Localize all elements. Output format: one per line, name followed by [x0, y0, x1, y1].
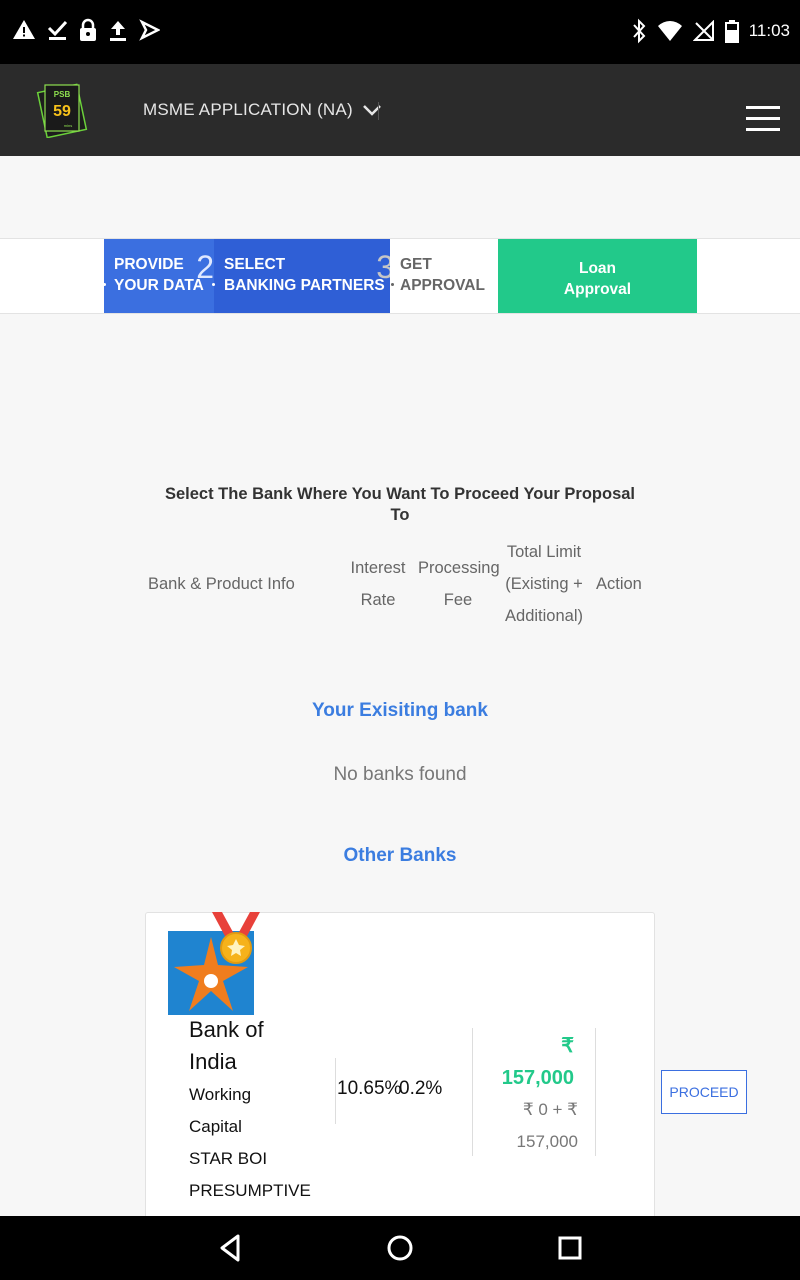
- application-selector[interactable]: MSME APPLICATION (NA): [143, 100, 381, 120]
- back-icon[interactable]: [212, 1230, 248, 1266]
- column-action: Action: [596, 575, 642, 593]
- fee-header-line2: Fee: [443, 591, 473, 609]
- processing-fee-value: 0.2%: [399, 1078, 443, 1099]
- column-interest-rate: Interest Rate: [342, 552, 414, 616]
- medal-icon: [212, 912, 260, 964]
- total-limit-value: ₹ 157,000: [478, 1030, 574, 1094]
- battery-icon: [724, 20, 739, 43]
- bank-name-line1: Bank of: [189, 1017, 264, 1042]
- column-divider: [335, 1058, 336, 1124]
- total-limit-amount: 157,000: [501, 1067, 574, 1089]
- step1-label-line1: PROVIDE: [114, 256, 184, 273]
- limit-header-line1: Total Limit: [506, 543, 582, 561]
- warning-icon: [13, 20, 35, 39]
- step-dot: [103, 283, 106, 286]
- column-divider: [595, 1028, 596, 1156]
- currency-symbol: ₹: [561, 1035, 574, 1057]
- app-header: PSB 59 mins MSME APPLICATION (NA): [0, 64, 800, 156]
- step-dot: [212, 283, 215, 286]
- bank-name-line2: India: [189, 1049, 237, 1074]
- psb59-logo: PSB 59 mins: [36, 83, 88, 138]
- interest-rate-value: 10.65%: [337, 1078, 402, 1099]
- lock-icon: [80, 18, 96, 41]
- column-bank-info: Bank & Product Info: [148, 575, 295, 593]
- step2-number: 2: [196, 249, 214, 285]
- send-icon: [139, 19, 160, 41]
- no-banks-message: No banks found: [333, 764, 467, 785]
- svg-text:PSB: PSB: [54, 90, 71, 99]
- step-select-banking-partners[interactable]: SELECT BANKING PARTNERS 3: [214, 239, 394, 313]
- product-line3: STAR BOI: [189, 1149, 268, 1168]
- heading-line1: Select The Bank Where You Want To Procee…: [164, 485, 636, 503]
- other-banks-title: Other Banks: [343, 845, 457, 866]
- step-dot: [391, 283, 394, 286]
- product-line4: PRESUMPTIVE: [189, 1181, 311, 1200]
- step2-label-line2: BANKING PARTNERS: [224, 277, 385, 294]
- bluetooth-icon: [632, 18, 646, 44]
- home-icon[interactable]: [382, 1230, 418, 1266]
- recents-icon[interactable]: [552, 1230, 588, 1266]
- step3-label-line1: GET: [400, 256, 432, 273]
- step1-label-line2: YOUR DATA: [114, 277, 204, 294]
- clock: 11:03: [748, 21, 790, 40]
- limit-breakdown-line2: 157,000: [516, 1132, 578, 1151]
- heading-line2: To: [390, 506, 410, 524]
- product-name: Working Capital STAR BOI PRESUMPTIVE: [189, 1079, 339, 1207]
- step2-label-line1: SELECT: [224, 256, 286, 273]
- existing-bank-title: Your Exisiting bank: [312, 700, 488, 721]
- product-line1: Working: [189, 1085, 252, 1104]
- step4-label-line2: Approval: [563, 281, 632, 298]
- interest-header-line1: Interest: [350, 559, 406, 577]
- step3-label-line2: APPROVAL: [400, 277, 485, 294]
- limit-header-line3: Additional): [505, 607, 583, 625]
- step-loan-approval[interactable]: Loan Approval: [498, 239, 697, 313]
- product-line2: Capital: [189, 1117, 242, 1136]
- status-bar: 11:03: [0, 0, 800, 64]
- column-divider: [472, 1028, 473, 1156]
- limit-header-line2: (Existing +: [505, 575, 583, 593]
- wifi-icon: [657, 21, 682, 41]
- svg-text:mins: mins: [64, 123, 72, 128]
- title-divider: [378, 102, 379, 120]
- step-provide-data[interactable]: PROVIDE YOUR DATA 2: [104, 239, 214, 313]
- column-total-limit: Total Limit (Existing + Additional): [498, 536, 590, 632]
- limit-breakdown: ₹ 0 + ₹ 157,000: [478, 1094, 578, 1158]
- svg-text:59: 59: [53, 103, 71, 120]
- step-get-approval[interactable]: GET APPROVAL: [390, 239, 498, 313]
- bank-name: Bank of India: [189, 1014, 329, 1078]
- limit-breakdown-line1: ₹ 0 + ₹: [522, 1100, 578, 1119]
- column-processing-fee: Processing Fee: [418, 552, 500, 616]
- progress-stepper: PROVIDE YOUR DATA 2 SELECT BANKING PARTNER…: [0, 238, 800, 314]
- menu-icon[interactable]: [746, 106, 780, 132]
- step4-label-line1: Loan: [578, 260, 617, 277]
- download-done-icon: [47, 20, 68, 40]
- upload-icon: [110, 21, 126, 41]
- proceed-button[interactable]: PROCEED: [661, 1070, 747, 1114]
- page-heading: Select The Bank Where You Want To Procee…: [140, 484, 660, 526]
- fee-header-line1: Processing: [418, 559, 500, 577]
- no-signal-icon: [692, 20, 714, 41]
- application-title: MSME APPLICATION (NA): [143, 100, 353, 119]
- interest-header-line2: Rate: [360, 591, 396, 609]
- system-nav-bar: [0, 1216, 800, 1280]
